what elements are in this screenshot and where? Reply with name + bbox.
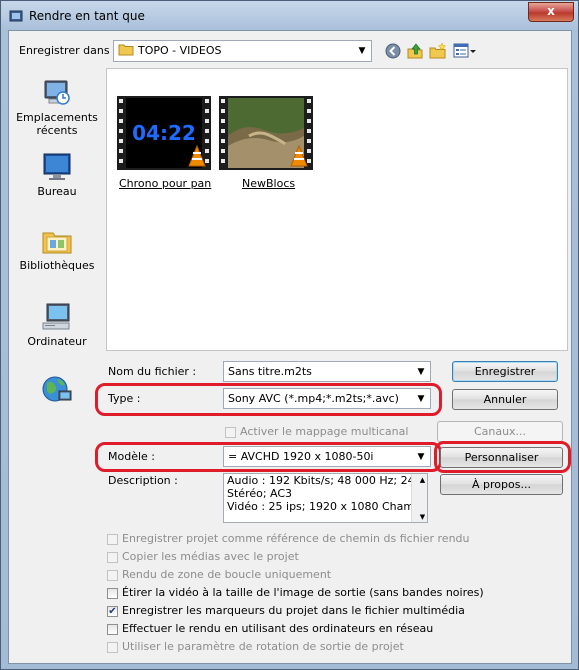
file-list[interactable]: 04:22 Chrono pour pan NewBlocs [106, 68, 568, 351]
option-checkbox[interactable] [107, 588, 118, 599]
video-thumbnail [219, 96, 313, 170]
type-select[interactable]: Sony AVC (*.mp4;*.m2ts;*.avc) ▼ [223, 388, 431, 409]
place-network[interactable] [13, 373, 101, 407]
back-icon[interactable] [384, 42, 402, 60]
type-value: Sony AVC (*.mp4;*.m2ts;*.avc) [228, 392, 399, 405]
option-label: Utiliser le paramètre de rotation de sor… [122, 640, 404, 653]
libraries-icon [42, 232, 72, 254]
file-name[interactable]: NewBlocs [242, 177, 295, 190]
dialog-window: Rendre en tant que x Enregistrer dans : … [0, 0, 579, 670]
filename-value: Sans titre.m2ts [228, 365, 312, 378]
option-checkbox[interactable] [107, 552, 118, 563]
computer-icon [42, 303, 70, 330]
place-recent-label-2: récents [36, 124, 78, 137]
video-thumbnail: 04:22 [117, 96, 211, 170]
description-scrollbar[interactable]: ▲ ▼ [411, 474, 427, 522]
option-checkbox[interactable] [107, 570, 118, 581]
option-checkbox[interactable] [107, 534, 118, 545]
chevron-down-icon[interactable]: ▼ [416, 389, 426, 408]
scroll-up-icon[interactable]: ▲ [415, 474, 427, 487]
desktop-icon [43, 153, 71, 180]
multichannel-checkbox[interactable] [225, 427, 236, 438]
model-label: Modèle : [108, 450, 155, 463]
save-button[interactable]: Enregistrer [452, 361, 558, 382]
filename-label: Nom du fichier : [108, 365, 197, 378]
type-label: Type : [108, 392, 141, 405]
thumb-timer-text: 04:22 [132, 121, 196, 145]
option-label: Effectuer le rendu en utilisant des ordi… [122, 622, 434, 635]
chevron-down-icon[interactable]: ▼ [357, 41, 367, 61]
option-label: Copier les médias avec le projet [122, 550, 299, 563]
up-folder-icon[interactable] [406, 42, 424, 60]
multichannel-label: Activer le mappage multicanal [240, 425, 409, 438]
place-recent[interactable]: Emplacements récents [13, 77, 101, 137]
file-name[interactable]: Chrono pour pan [119, 177, 211, 190]
place-libraries[interactable]: Bibliothèques [13, 225, 101, 272]
network-icon [42, 376, 72, 402]
model-select[interactable]: = AVCHD 1920 x 1080-50i ▼ [223, 446, 431, 467]
new-folder-icon[interactable] [429, 42, 447, 60]
option-label: Étirer la vidéo à la taille de l'image d… [122, 586, 484, 599]
folder-combo[interactable]: TOPO - VIDEOS ▼ [113, 40, 372, 62]
places-bar: Emplacements récents Bureau Bibliothèque… [13, 67, 101, 437]
customize-button[interactable]: Personnaliser [440, 447, 563, 468]
model-value: = AVCHD 1920 x 1080-50i [228, 450, 374, 463]
description-line: Stéréo; AC3 [227, 487, 293, 500]
place-computer-label: Ordinateur [27, 335, 87, 348]
place-recent-label-1: Emplacements [16, 111, 98, 124]
option-checkbox[interactable]: ✔ [107, 606, 118, 617]
place-desktop[interactable]: Bureau [13, 151, 101, 198]
scroll-down-icon[interactable]: ▼ [415, 511, 427, 522]
filename-input[interactable]: Sans titre.m2ts ▼ [223, 361, 431, 382]
checkmark-icon: ✔ [108, 606, 117, 617]
place-desktop-label: Bureau [37, 185, 77, 198]
chevron-down-icon[interactable]: ▼ [416, 362, 426, 381]
option-label: Enregistrer projet comme référence de ch… [122, 532, 470, 545]
description-label: Description : [108, 474, 178, 487]
option-checkbox[interactable] [107, 642, 118, 653]
window-title: Rendre en tant que [29, 9, 145, 23]
folder-name: TOPO - VIDEOS [138, 44, 222, 57]
title-bar[interactable]: Rendre en tant que x [1, 1, 579, 31]
description-box[interactable]: Audio : 192 Kbits/s; 48 000 Hz; 24 Bit; … [223, 473, 428, 523]
option-label: Enregistrer les marqueurs du projet dans… [122, 604, 465, 617]
place-libraries-label: Bibliothèques [19, 259, 95, 272]
description-line: Vidéo : 25 ips; 1920 x 1080 Champ [227, 500, 422, 513]
app-icon [9, 10, 23, 22]
chevron-down-icon[interactable]: ▼ [416, 447, 426, 466]
channels-button[interactable]: Canaux... [437, 421, 563, 442]
dialog-body: Enregistrer dans : TOPO - VIDEOS ▼ Empla… [8, 30, 572, 664]
description-line: Audio : 192 Kbits/s; 48 000 Hz; 24 Bit; [227, 474, 428, 487]
place-computer[interactable]: Ordinateur [13, 301, 101, 348]
cancel-button[interactable]: Annuler [452, 389, 558, 410]
close-button[interactable]: x [528, 2, 574, 22]
save-in-label: Enregistrer dans : [19, 44, 117, 57]
recent-places-icon [44, 80, 70, 105]
folder-icon [118, 44, 134, 56]
option-label: Rendu de zone de boucle uniquement [122, 568, 332, 581]
option-checkbox[interactable] [107, 624, 118, 635]
about-button[interactable]: À propos... [440, 474, 563, 495]
view-menu-icon[interactable] [453, 42, 477, 60]
